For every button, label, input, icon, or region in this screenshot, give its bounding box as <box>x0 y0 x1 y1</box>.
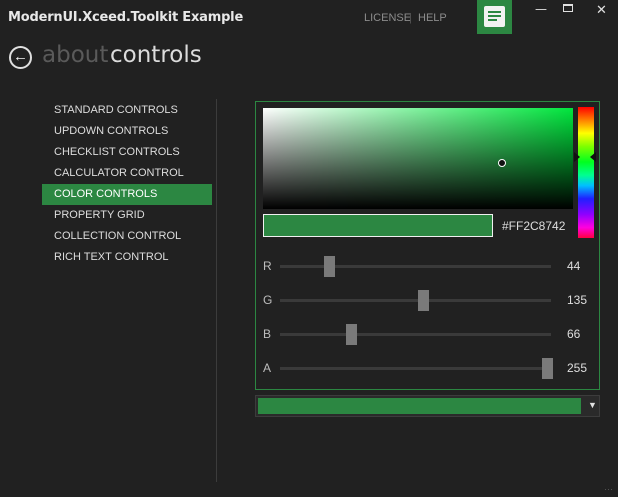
chevron-down-icon[interactable]: ▼ <box>588 400 597 410</box>
color-selector-handle[interactable] <box>498 159 506 167</box>
hex-value[interactable]: #FF2C8742 <box>502 219 565 233</box>
hue-marker-right-icon[interactable] <box>590 152 596 162</box>
nav-item-collection-control[interactable]: COLLECTION CONTROL <box>42 226 212 247</box>
slider-track-a[interactable] <box>280 367 551 370</box>
maximize-icon[interactable] <box>563 4 573 12</box>
help-link[interactable]: HELP <box>418 12 447 24</box>
slider-row-a: A 255 <box>256 358 599 379</box>
app-title: ModernUI.Xceed.Toolkit Example <box>8 10 244 25</box>
nav-item-standard-controls[interactable]: STANDARD CONTROLS <box>42 100 212 121</box>
slider-thumb-r[interactable] <box>323 256 335 277</box>
nav-item-rich-text-control[interactable]: RICH TEXT CONTROL <box>42 247 212 268</box>
title-bar: ModernUI.Xceed.Toolkit Example LICENSE |… <box>0 0 618 36</box>
slider-row-g: G 135 <box>256 290 599 311</box>
color-picker-combo[interactable]: ▼ <box>255 395 600 417</box>
slider-track-r[interactable] <box>280 265 551 268</box>
slider-row-b: B 66 <box>256 324 599 345</box>
sidebar-nav: STANDARD CONTROLS UPDOWN CONTROLS CHECKL… <box>42 100 212 268</box>
close-icon[interactable]: ✕ <box>596 3 607 18</box>
nav-item-color-controls[interactable]: COLOR CONTROLS <box>42 184 212 205</box>
breadcrumb-parent[interactable]: about <box>42 42 108 68</box>
nav-item-updown-controls[interactable]: UPDOWN CONTROLS <box>42 121 212 142</box>
color-canvas-panel: #FF2C8742 R 44 G 135 B 66 A 255 <box>255 101 600 390</box>
slider-track-b[interactable] <box>280 333 551 336</box>
slider-track-g[interactable] <box>280 299 551 302</box>
document-icon <box>484 6 505 27</box>
slider-thumb-g[interactable] <box>417 290 429 311</box>
arrow-left-icon: ← <box>13 48 28 65</box>
channel-label-a: A <box>263 361 272 375</box>
nav-item-checklist-controls[interactable]: CHECKLIST CONTROLS <box>42 142 212 163</box>
channel-value-g: 135 <box>567 293 588 307</box>
nav-item-property-grid[interactable]: PROPERTY GRID <box>42 205 212 226</box>
menu-button[interactable] <box>477 0 512 34</box>
license-link[interactable]: LICENSE <box>364 12 411 24</box>
channel-label-r: R <box>263 259 272 273</box>
hue-marker-left-icon[interactable] <box>574 152 580 162</box>
channel-label-b: B <box>263 327 272 341</box>
channel-value-b: 66 <box>567 327 581 341</box>
slider-row-r: R 44 <box>256 256 599 277</box>
hue-spectrum-slider[interactable] <box>578 107 594 238</box>
link-separator: | <box>409 12 412 24</box>
resize-grip-icon[interactable]: ⋯ <box>604 484 613 495</box>
combo-color-preview <box>258 398 581 414</box>
back-button[interactable]: ← <box>9 46 32 69</box>
nav-divider <box>216 99 217 482</box>
slider-thumb-a[interactable] <box>542 358 553 379</box>
saturation-value-area[interactable] <box>263 108 573 209</box>
channel-value-a: 255 <box>567 361 588 375</box>
nav-item-calculator-control[interactable]: CALCULATOR CONTROL <box>42 163 212 184</box>
minimize-icon[interactable]: — <box>535 2 547 16</box>
channel-value-r: 44 <box>567 259 581 273</box>
slider-thumb-b[interactable] <box>346 324 358 345</box>
channel-label-g: G <box>263 293 273 307</box>
page-title: controls <box>110 42 202 68</box>
selected-color-swatch <box>263 214 493 237</box>
